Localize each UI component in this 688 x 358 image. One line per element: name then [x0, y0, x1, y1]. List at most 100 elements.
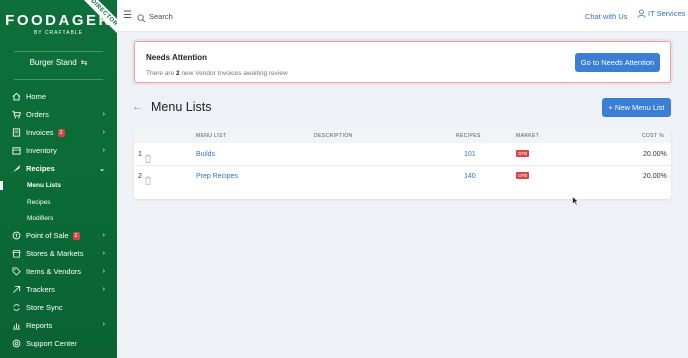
sidebar-item-support-center[interactable]: Support Center [0, 334, 117, 352]
recipes-count-link[interactable]: 140 [464, 173, 476, 180]
sidebar: FOODAGER BY CRAFTABLE DIRECTOR Burger St… [0, 0, 117, 358]
alert-text-suffix: new Vendor Invoices awaiting review [181, 70, 288, 77]
sidebar-item-label: Reports [26, 320, 53, 330]
cost-percent: 20.00% [643, 173, 667, 180]
trash-icon[interactable] [144, 150, 152, 163]
row-index: 2 [138, 173, 142, 180]
search-icon [137, 10, 147, 23]
sidebar-item-label: Recipes [26, 164, 55, 173]
home-icon [11, 92, 21, 102]
pos-icon [11, 231, 21, 241]
store-name: Burger Stand [29, 58, 77, 67]
sidebar-item-label: Inventory [26, 146, 57, 156]
menu-lists-table: MENU LIST DESCRIPTION RECIPES MARKET COS… [134, 128, 671, 199]
new-menu-list-button[interactable]: + New Menu List [602, 98, 671, 117]
sidebar-item-orders[interactable]: Orders › [0, 106, 117, 124]
sidebar-item-inventory[interactable]: Inventory › [0, 142, 117, 160]
sidebar-divider [14, 79, 103, 80]
sidebar-divider [14, 51, 103, 52]
store-switcher[interactable]: Burger Stand ⇆ [0, 58, 117, 67]
store-icon [11, 249, 21, 259]
chevron-down-icon: ⌄ [99, 165, 105, 173]
invoice-icon [11, 128, 21, 138]
invoices-count-badge: 2 [57, 128, 65, 137]
tracker-icon [11, 285, 21, 295]
sidebar-subitem-menu-lists[interactable]: Menu Lists [0, 177, 117, 194]
sidebar-item-label: Items & Vendors [26, 267, 82, 277]
back-arrow-icon[interactable]: ← [132, 101, 143, 113]
menu-list-name-link[interactable]: Builds [196, 151, 215, 158]
alert-text-prefix: There are [146, 70, 175, 77]
sidebar-item-trackers[interactable]: Trackers › [0, 281, 117, 299]
recipe-icon [11, 164, 21, 174]
column-header-market[interactable]: MARKET [516, 133, 539, 139]
sidebar-item-label: Home [26, 92, 47, 102]
sidebar-item-recipes[interactable]: Recipes ⌄ [0, 160, 117, 178]
sidebar-item-point-of-sale[interactable]: Point of Sale 2 › [0, 227, 117, 245]
sidebar-subitem-label: Modifiers [27, 215, 54, 223]
sidebar-item-label: Invoices [26, 128, 54, 138]
column-header-menu-list[interactable]: MENU LIST [196, 133, 226, 139]
sidebar-subitem-recipes[interactable]: Recipes [0, 194, 117, 211]
column-header-cost[interactable]: COST % [642, 133, 664, 139]
go-to-needs-attention-button[interactable]: Go to Needs Attention [575, 53, 660, 72]
chevron-right-icon: › [102, 267, 105, 275]
user-menu[interactable]: IT Services [637, 9, 685, 18]
chevron-right-icon: › [102, 231, 105, 239]
chat-with-us-link[interactable]: Chat with Us [585, 12, 628, 21]
tag-icon [11, 267, 21, 277]
chevron-right-icon: › [102, 146, 105, 154]
search-input[interactable] [149, 9, 349, 23]
sidebar-item-label: Support Center [26, 338, 77, 348]
sync-icon [11, 302, 21, 312]
menu-toggle-icon[interactable]: ☰ [123, 10, 132, 21]
sidebar-nav: Home Orders › Invoices 2 › Inventory › R… [0, 88, 117, 352]
sidebar-item-home[interactable]: Home [0, 88, 117, 106]
menu-list-name-link[interactable]: Prep Recipes [196, 173, 238, 180]
sidebar-item-store-sync[interactable]: Store Sync [0, 299, 117, 317]
sidebar-item-label: Point of Sale [26, 231, 69, 241]
column-header-recipes[interactable]: RECIPES [456, 133, 481, 139]
alert-text: There are 2 new Vendor Invoices awaiting… [146, 70, 288, 77]
sidebar-item-label: Trackers [26, 285, 55, 295]
chevron-right-icon: › [102, 285, 105, 293]
support-icon [11, 338, 21, 348]
sidebar-subitem-modifiers[interactable]: Modifiers [0, 210, 117, 227]
chevron-right-icon: › [102, 249, 105, 257]
logo-subtext: BY CRAFTABLE [33, 30, 84, 36]
sidebar-item-items-vendors[interactable]: Items & Vendors › [0, 263, 117, 281]
cost-percent: 20.00% [643, 151, 667, 158]
recipes-count-link[interactable]: 101 [464, 151, 476, 158]
cart-icon [11, 110, 21, 120]
pos-count-badge: 2 [72, 231, 80, 240]
inventory-icon [11, 146, 21, 156]
top-bar: ☰ Chat with Us IT Services [117, 0, 688, 32]
table-row[interactable]: 2 Prep Recipes 140 GFB 20.00% [134, 166, 671, 188]
table-header: MENU LIST DESCRIPTION RECIPES MARKET COS… [134, 128, 671, 143]
table-row[interactable]: 1 Builds 101 GFB 20.00% [134, 144, 671, 166]
page-title: Menu Lists [151, 100, 212, 114]
column-header-description[interactable]: DESCRIPTION [314, 133, 353, 139]
swap-icon: ⇆ [80, 58, 88, 67]
reports-icon [11, 320, 21, 330]
chevron-right-icon: › [102, 321, 105, 329]
market-badge: GFB [516, 150, 530, 157]
sidebar-item-label: Orders [26, 110, 49, 120]
row-index: 1 [138, 151, 142, 158]
sidebar-item-label: Store Sync [26, 302, 63, 312]
alert-title: Needs Attention [146, 53, 208, 62]
user-name: IT Services [648, 9, 686, 18]
sidebar-item-stores-markets[interactable]: Stores & Markets › [0, 245, 117, 263]
chevron-right-icon: › [102, 110, 105, 118]
sidebar-subitem-label: Recipes [27, 198, 51, 206]
alert-count: 2 [176, 70, 180, 77]
market-badge: GFB [516, 172, 530, 179]
user-icon [637, 9, 646, 18]
sidebar-item-invoices[interactable]: Invoices 2 › [0, 124, 117, 142]
chevron-right-icon: › [102, 128, 105, 136]
sidebar-item-reports[interactable]: Reports › [0, 316, 117, 334]
trash-icon[interactable] [144, 172, 152, 185]
mouse-cursor-icon [572, 196, 579, 206]
sidebar-item-label: Stores & Markets [26, 249, 84, 259]
sidebar-subitem-label: Menu Lists [27, 182, 61, 190]
